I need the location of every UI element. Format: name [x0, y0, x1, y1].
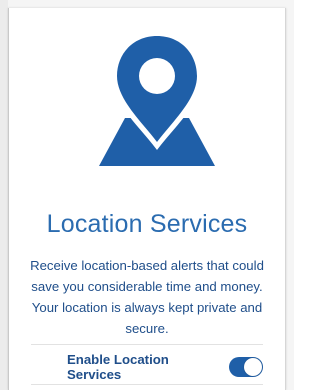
location-permission-screen: Location Services Receive location-based…: [0, 0, 294, 390]
left-edge-shadow: [0, 0, 8, 390]
enable-location-label: Enable Location Services: [67, 352, 169, 382]
enable-location-row[interactable]: Enable Location Services: [31, 350, 263, 384]
divider: [31, 384, 263, 385]
page-title: Location Services: [46, 210, 248, 238]
toggle-knob: [244, 358, 262, 376]
description-text: Receive location-based alerts that could…: [30, 258, 264, 336]
divider: [31, 344, 263, 345]
location-services-toggle[interactable]: [229, 357, 263, 377]
location-permission-card: Location Services Receive location-based…: [8, 8, 286, 390]
map-location-pin-icon: [99, 30, 215, 166]
